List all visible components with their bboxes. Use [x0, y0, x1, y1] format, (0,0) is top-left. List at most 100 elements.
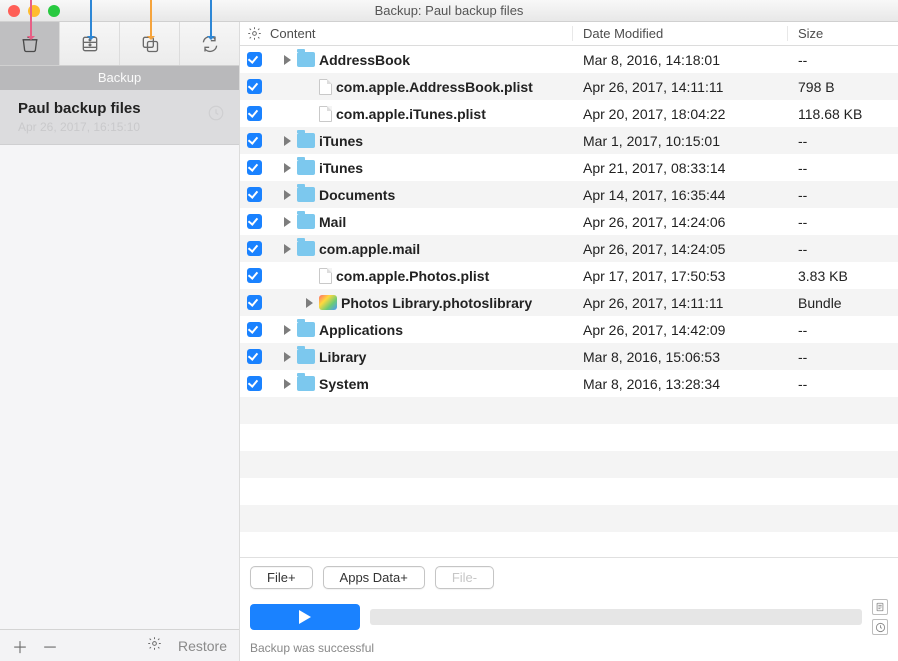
folder-icon	[297, 376, 315, 391]
sidebar-toolbar	[0, 22, 239, 66]
table-row[interactable]: Photos Library.photoslibraryApr 26, 2017…	[240, 289, 898, 316]
row-checkbox[interactable]	[240, 349, 268, 364]
row-content: Mail	[268, 214, 573, 230]
column-header-content[interactable]: Content	[268, 26, 573, 41]
status-text: Backup was successful	[250, 641, 888, 655]
folder-icon	[297, 241, 315, 256]
row-checkbox[interactable]	[240, 187, 268, 202]
row-checkbox[interactable]	[240, 106, 268, 121]
file-plus-button[interactable]: File+	[250, 566, 313, 589]
row-label: Documents	[319, 187, 395, 203]
backup-item-name: Paul backup files	[18, 100, 225, 117]
row-checkbox[interactable]	[240, 295, 268, 310]
table-row[interactable]: iTunesApr 21, 2017, 08:33:14--	[240, 154, 898, 181]
document-icon	[875, 601, 885, 613]
annotation-arrow-icon	[150, 0, 151, 44]
disclosure-icon[interactable]	[284, 190, 291, 200]
settings-button[interactable]	[147, 636, 162, 656]
disclosure-icon[interactable]	[306, 298, 313, 308]
folder-icon	[297, 160, 315, 175]
table-row[interactable]: com.apple.AddressBook.plistApr 26, 2017,…	[240, 73, 898, 100]
restore-button[interactable]: Restore	[178, 638, 227, 654]
row-checkbox[interactable]	[240, 241, 268, 256]
table-row[interactable]: iTunesMar 1, 2017, 10:15:01--	[240, 127, 898, 154]
row-label: Library	[319, 349, 366, 365]
close-window-button[interactable]	[8, 5, 20, 17]
table-row[interactable]: AddressBookMar 8, 2016, 14:18:01--	[240, 46, 898, 73]
row-checkbox[interactable]	[240, 133, 268, 148]
disclosure-icon[interactable]	[284, 352, 291, 362]
table-row[interactable]: MailApr 26, 2017, 14:24:06--	[240, 208, 898, 235]
backup-item-date: Apr 26, 2017, 16:15:10	[18, 120, 225, 134]
row-content: com.apple.AddressBook.plist	[268, 79, 573, 95]
table-row[interactable]: com.apple.iTunes.plistApr 20, 2017, 18:0…	[240, 100, 898, 127]
table-row[interactable]: ApplicationsApr 26, 2017, 14:42:09--	[240, 316, 898, 343]
row-checkbox[interactable]	[240, 79, 268, 94]
row-label: iTunes	[319, 133, 363, 149]
disclosure-icon[interactable]	[284, 325, 291, 335]
table-row	[240, 478, 898, 505]
action-bar: File+ Apps Data+ File- Backup w	[240, 557, 898, 661]
titlebar: Backup: Paul backup files	[0, 0, 898, 22]
main-panel: Content Date Modified Size AddressBookMa…	[240, 22, 898, 661]
start-backup-button[interactable]	[250, 604, 360, 630]
file-icon	[319, 106, 332, 122]
zoom-window-button[interactable]	[48, 5, 60, 17]
column-header-size[interactable]: Size	[788, 26, 898, 41]
header-gear[interactable]	[240, 26, 268, 41]
row-checkbox[interactable]	[240, 268, 268, 283]
apps-data-plus-button[interactable]: Apps Data+	[323, 566, 425, 589]
disclosure-icon[interactable]	[284, 217, 291, 227]
table-row[interactable]: com.apple.mailApr 26, 2017, 14:24:05--	[240, 235, 898, 262]
row-content: iTunes	[268, 160, 573, 176]
schedule-icon[interactable]	[207, 104, 225, 125]
row-checkbox[interactable]	[240, 160, 268, 175]
row-content: Applications	[268, 322, 573, 338]
row-date: Mar 8, 2016, 15:06:53	[573, 349, 788, 365]
sidebar-bottom-toolbar: ＋ － Restore	[0, 629, 239, 661]
row-content: System	[268, 376, 573, 392]
column-header-date[interactable]: Date Modified	[573, 26, 788, 41]
annotation-arrow-icon	[30, 0, 31, 44]
checkbox-icon	[247, 349, 262, 364]
history-button[interactable]	[872, 619, 888, 635]
table-row[interactable]: com.apple.Photos.plistApr 17, 2017, 17:5…	[240, 262, 898, 289]
folder-icon	[297, 187, 315, 202]
row-content: com.apple.mail	[268, 241, 573, 257]
checkbox-icon	[247, 133, 262, 148]
sidebar-backup-item[interactable]: Paul backup files Apr 26, 2017, 16:15:10	[0, 90, 239, 145]
row-checkbox[interactable]	[240, 214, 268, 229]
annotation-arrow-icon	[90, 0, 91, 44]
row-label: AddressBook	[319, 52, 410, 68]
table-row[interactable]: Library Mar 8, 2016, 15:06:53--	[240, 343, 898, 370]
add-button[interactable]: ＋	[12, 634, 26, 658]
file-minus-button[interactable]: File-	[435, 566, 494, 589]
checkbox-icon	[247, 106, 262, 121]
row-label: Applications	[319, 322, 403, 338]
gear-icon	[247, 26, 262, 41]
row-label: iTunes	[319, 160, 363, 176]
disclosure-icon[interactable]	[284, 163, 291, 173]
disclosure-icon[interactable]	[284, 136, 291, 146]
table-row[interactable]: SystemMar 8, 2016, 13:28:34--	[240, 370, 898, 397]
row-checkbox[interactable]	[240, 376, 268, 391]
table-row[interactable]: DocumentsApr 14, 2017, 16:35:44--	[240, 181, 898, 208]
row-label: com.apple.AddressBook.plist	[336, 79, 533, 95]
row-size: --	[788, 349, 898, 365]
row-label: com.apple.mail	[319, 241, 420, 257]
file-list[interactable]: AddressBookMar 8, 2016, 14:18:01--com.ap…	[240, 46, 898, 557]
row-size: 118.68 KB	[788, 106, 898, 122]
progress-bar	[370, 609, 862, 625]
table-row	[240, 397, 898, 424]
row-content: AddressBook	[268, 52, 573, 68]
folder-icon	[297, 133, 315, 148]
disclosure-icon[interactable]	[284, 244, 291, 254]
disclosure-icon[interactable]	[284, 379, 291, 389]
log-button[interactable]	[872, 599, 888, 615]
row-checkbox[interactable]	[240, 322, 268, 337]
remove-button[interactable]: －	[42, 634, 56, 658]
row-label: Mail	[319, 214, 346, 230]
disclosure-icon[interactable]	[284, 55, 291, 65]
row-date: Apr 17, 2017, 17:50:53	[573, 268, 788, 284]
row-checkbox[interactable]	[240, 52, 268, 67]
